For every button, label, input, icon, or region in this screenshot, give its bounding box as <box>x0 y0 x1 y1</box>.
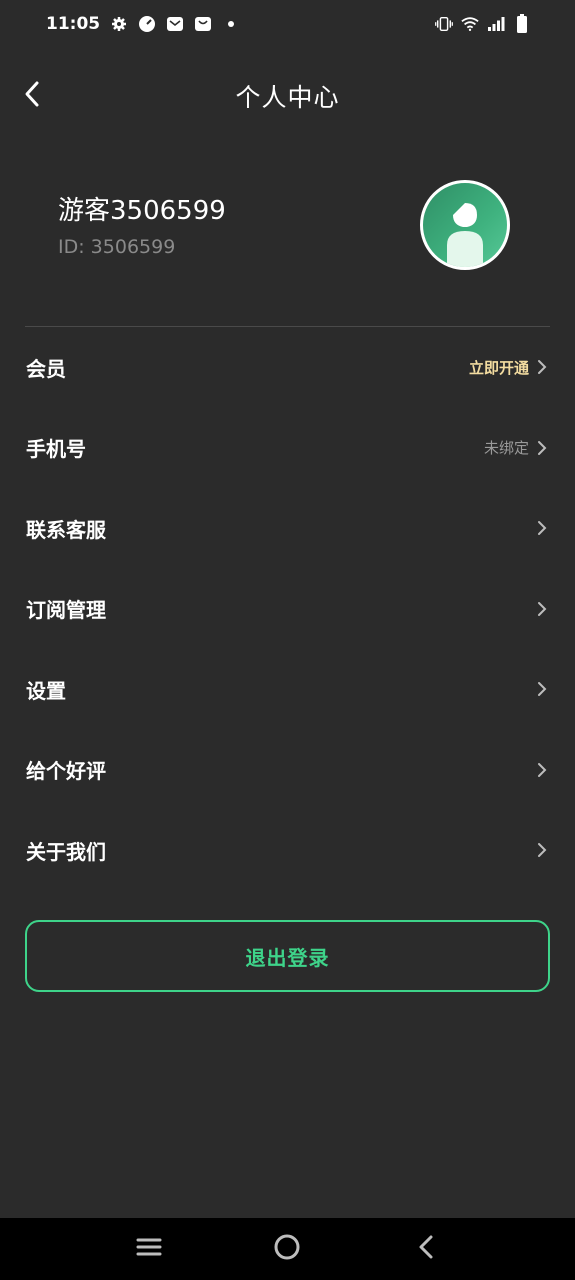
phone-status: 未绑定 <box>483 439 529 458</box>
system-back-button[interactable] <box>396 1224 456 1274</box>
recent-apps-icon <box>135 1236 163 1262</box>
menu-item-label: 设置 <box>26 678 66 703</box>
chevron-right-icon <box>535 519 549 537</box>
status-bar: 11:05 <box>0 0 575 48</box>
back-button[interactable] <box>10 74 54 118</box>
menu-item-right <box>535 841 549 859</box>
menu-item-phone[interactable]: 手机号 未绑定 <box>0 408 575 489</box>
menu-item-right <box>535 761 549 779</box>
chevron-right-icon <box>535 600 549 618</box>
menu-item-rate-app[interactable]: 给个好评 <box>0 730 575 811</box>
menu-item-subscription[interactable]: 订阅管理 <box>0 569 575 650</box>
menu-item-membership[interactable]: 会员 立即开通 <box>0 327 575 408</box>
logout-label: 退出登录 <box>245 945 330 970</box>
header: 个人中心 <box>0 60 575 132</box>
menu-item-right <box>535 519 549 537</box>
mail-icon <box>166 15 184 33</box>
chevron-right-icon <box>535 761 549 779</box>
menu-item-label: 订阅管理 <box>26 598 106 623</box>
page-title: 个人中心 <box>235 83 340 112</box>
battery-icon <box>513 14 531 33</box>
system-nav-bar <box>0 1218 575 1280</box>
chevron-right-icon <box>535 841 549 859</box>
vibrate-icon <box>435 15 453 33</box>
menu-item-settings[interactable]: 设置 <box>0 649 575 730</box>
chevron-right-icon <box>535 680 549 698</box>
dot-icon <box>222 15 240 33</box>
profile-section: 游客3506599 ID: 3506599 <box>0 170 575 290</box>
gear-icon <box>110 15 128 33</box>
status-left: 11:05 <box>46 14 240 34</box>
menu-item-label: 关于我们 <box>26 839 106 864</box>
menu-item-customer-service[interactable]: 联系客服 <box>0 488 575 569</box>
status-right <box>435 14 531 33</box>
menu-item-label: 会员 <box>26 356 66 381</box>
chevron-right-icon <box>535 439 549 457</box>
menu-item-right: 未绑定 <box>484 437 549 458</box>
back-icon <box>416 1234 436 1264</box>
chevron-left-icon <box>22 80 42 112</box>
membership-status: 立即开通 <box>468 358 529 377</box>
status-time: 11:05 <box>46 14 101 34</box>
menu-item-right <box>535 600 549 618</box>
chevron-right-icon <box>535 358 549 376</box>
home-button[interactable] <box>257 1224 317 1274</box>
logout-button[interactable]: 退出登录 <box>25 920 550 992</box>
menu-item-label: 联系客服 <box>26 517 106 542</box>
person-icon <box>447 203 483 267</box>
user-id: ID: 3506599 <box>58 236 176 258</box>
menu-item-label: 手机号 <box>26 437 86 462</box>
menu-item-label: 给个好评 <box>26 759 106 784</box>
home-icon <box>273 1233 301 1265</box>
speedometer-icon <box>138 15 156 33</box>
signal-icon <box>487 15 505 33</box>
menu-item-about-us[interactable]: 关于我们 <box>0 810 575 891</box>
wifi-icon <box>461 15 479 33</box>
recent-apps-button[interactable] <box>119 1224 179 1274</box>
menu-list: 会员 立即开通 手机号 未绑定 联系客服 订阅管理 设置 给个好评 关于我们 <box>0 327 575 891</box>
username: 游客3506599 <box>58 196 226 226</box>
avatar[interactable] <box>420 180 510 270</box>
menu-item-right: 立即开通 <box>469 357 549 378</box>
menu-item-right <box>535 680 549 698</box>
bag-icon <box>194 15 212 33</box>
